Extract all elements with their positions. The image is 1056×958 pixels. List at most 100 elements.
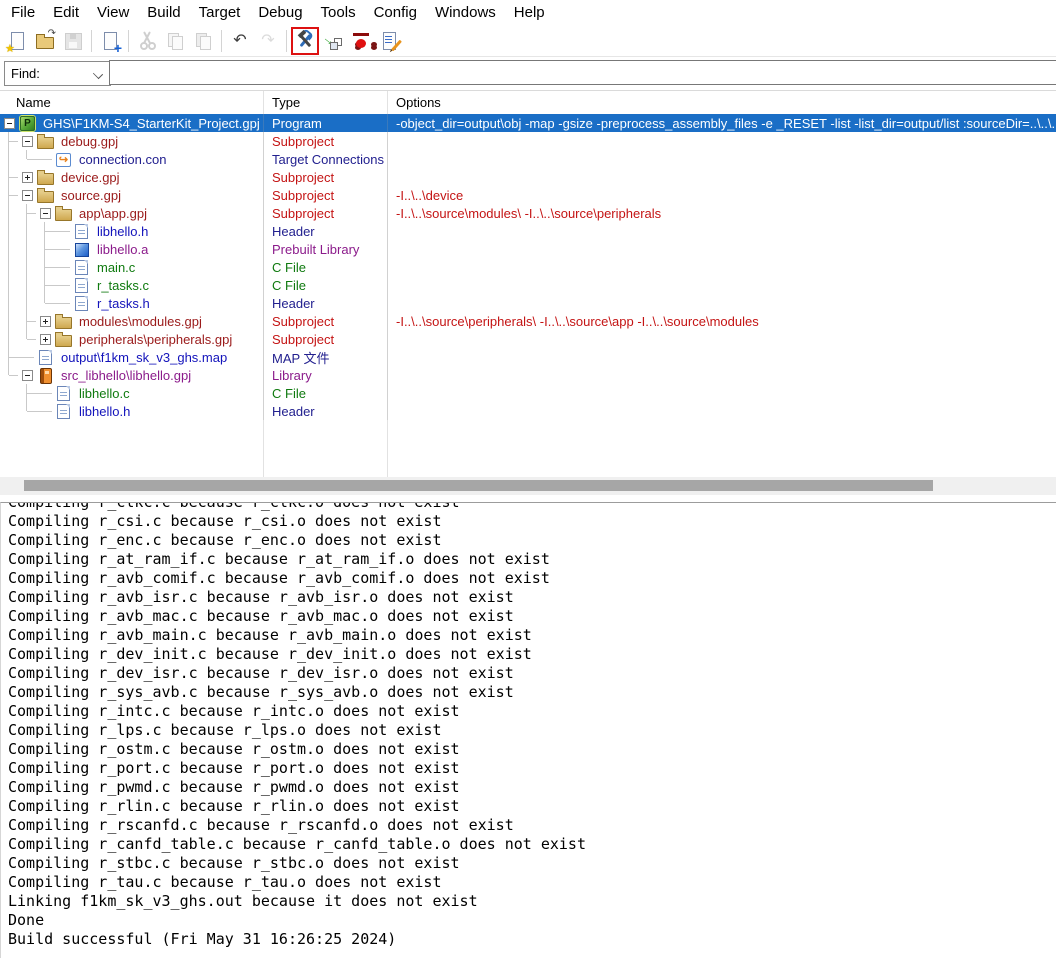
- column-header-options[interactable]: Options: [388, 91, 1056, 114]
- type-cell: Subproject: [264, 186, 388, 204]
- menu-item-debug[interactable]: Debug: [249, 2, 311, 23]
- redo-button[interactable]: ↷: [255, 28, 281, 54]
- options-cell: -I..\..\device: [388, 186, 1056, 204]
- menu-item-build[interactable]: Build: [138, 2, 189, 23]
- options-cell: [388, 132, 1056, 150]
- copy-icon: [165, 31, 185, 51]
- debug-button[interactable]: [348, 28, 374, 54]
- options-cell: [388, 258, 1056, 276]
- tree-guide: [0, 204, 18, 222]
- menu-item-config[interactable]: Config: [365, 2, 426, 23]
- menu-item-file[interactable]: File: [2, 2, 44, 23]
- options-cell: [388, 330, 1056, 348]
- cut-button[interactable]: [134, 28, 160, 54]
- tree-name-cell: libhello.c: [0, 384, 264, 402]
- open-button[interactable]: ↷: [32, 28, 58, 54]
- table-row[interactable]: output\f1km_sk_v3_ghs.mapMAP 文件: [0, 348, 1056, 366]
- tree-name-cell: debug.gpj: [0, 132, 264, 150]
- tree-expander-plus[interactable]: [18, 168, 36, 186]
- expand-icon: [22, 172, 33, 183]
- table-row[interactable]: libhello.hHeader: [0, 222, 1056, 240]
- tree-guide: [54, 294, 72, 312]
- find-mode-dropdown[interactable]: Find:: [4, 61, 111, 86]
- table-row[interactable]: app\app.gpjSubproject-I..\..\source\modu…: [0, 204, 1056, 222]
- tree-expander-minus[interactable]: [36, 204, 54, 222]
- tree-guide: [0, 240, 18, 258]
- build-output-console[interactable]: Compiling r_clkc.c because r_clkc.o does…: [0, 502, 1056, 958]
- find-label: Find:: [11, 66, 40, 81]
- table-row[interactable]: r_tasks.cC File: [0, 276, 1056, 294]
- tree-name-cell: libhello.h: [0, 222, 264, 240]
- tree-expander-minus[interactable]: [18, 186, 36, 204]
- table-row[interactable]: modules\modules.gpjSubproject-I..\..\sou…: [0, 312, 1056, 330]
- horizontal-scrollbar[interactable]: [0, 477, 1056, 495]
- table-row[interactable]: libhello.aPrebuilt Library: [0, 240, 1056, 258]
- add-file-button[interactable]: +: [97, 28, 123, 54]
- tree-item-label: libhello.h: [97, 224, 148, 239]
- new-file-button[interactable]: ★: [4, 28, 30, 54]
- undo-button[interactable]: ↶: [227, 28, 253, 54]
- tree-item-label: app\app.gpj: [79, 206, 147, 221]
- undo-icon: ↶: [230, 31, 250, 51]
- table-row[interactable]: main.cC File: [0, 258, 1056, 276]
- new-file-icon: ★: [7, 31, 27, 51]
- console-line: Compiling r_lps.c because r_lps.o does n…: [8, 721, 1056, 740]
- file-icon: [72, 294, 92, 312]
- tree-guide: [0, 384, 18, 402]
- tree-expander-minus[interactable]: [0, 114, 18, 132]
- toolbar-separator: [221, 30, 222, 52]
- table-row[interactable]: libhello.hHeader: [0, 402, 1056, 420]
- folder-icon: [54, 312, 74, 330]
- menu-item-tools[interactable]: Tools: [312, 2, 365, 23]
- folder-icon: [54, 330, 74, 348]
- connect-target-button[interactable]: →: [320, 28, 346, 54]
- table-row[interactable]: PGHS\F1KM-S4_StarterKit_Project.gpjProgr…: [0, 114, 1056, 132]
- table-header-row: Name Type Options: [0, 91, 1056, 115]
- tree-guide: [18, 384, 36, 402]
- edit-notes-button[interactable]: [376, 28, 402, 54]
- options-cell: -I..\..\source\peripherals\ -I..\..\sour…: [388, 312, 1056, 330]
- options-cell: [388, 402, 1056, 420]
- tree-item-label: connection.con: [79, 152, 166, 167]
- tree-name-cell: r_tasks.c: [0, 276, 264, 294]
- table-row[interactable]: ↪connection.conTarget Connections: [0, 150, 1056, 168]
- tree-expander-plus[interactable]: [36, 330, 54, 348]
- table-row[interactable]: source.gpj Subproject-I..\..\device: [0, 186, 1056, 204]
- console-line: Compiling r_rscanfd.c because r_rscanfd.…: [8, 816, 1056, 835]
- tree-guide: [36, 258, 54, 276]
- tree-name-cell: libhello.h: [0, 402, 264, 420]
- paste-button[interactable]: [190, 28, 216, 54]
- menu-item-windows[interactable]: Windows: [426, 2, 505, 23]
- console-line: Linking f1km_sk_v3_ghs.out because it do…: [8, 892, 1056, 911]
- copy-button[interactable]: [162, 28, 188, 54]
- open-folder-icon: ↷: [35, 31, 55, 51]
- tree-item-label: libhello.h: [79, 404, 130, 419]
- tree-guide: [0, 330, 18, 348]
- table-row[interactable]: src_libhello\libhello.gpjLibrary: [0, 366, 1056, 384]
- options-cell: -I..\..\source\modules\ -I..\..\source\p…: [388, 204, 1056, 222]
- horizontal-scrollbar-thumb[interactable]: [24, 480, 933, 491]
- menu-item-target[interactable]: Target: [190, 2, 250, 23]
- find-input[interactable]: [109, 60, 1056, 85]
- column-header-type[interactable]: Type: [264, 91, 388, 114]
- menu-item-view[interactable]: View: [88, 2, 138, 23]
- tree-expander-plus[interactable]: [36, 312, 54, 330]
- table-row[interactable]: debug.gpjSubproject: [0, 132, 1056, 150]
- tree-name-cell: libhello.a: [0, 240, 264, 258]
- toolbar: ★↷+↶↷→: [0, 25, 1056, 57]
- type-cell: Header: [264, 294, 388, 312]
- menu-item-edit[interactable]: Edit: [44, 2, 88, 23]
- build-button[interactable]: [292, 28, 318, 54]
- table-row[interactable]: libhello.cC File: [0, 384, 1056, 402]
- menu-item-help[interactable]: Help: [505, 2, 554, 23]
- save-button[interactable]: [60, 28, 86, 54]
- column-header-name[interactable]: Name: [0, 91, 264, 114]
- tree-item-label: source.gpj: [61, 188, 121, 203]
- table-row[interactable]: device.gpjSubproject: [0, 168, 1056, 186]
- table-row[interactable]: peripherals\peripherals.gpjSubproject: [0, 330, 1056, 348]
- tree-expander-minus[interactable]: [18, 132, 36, 150]
- tree-guide: [54, 222, 72, 240]
- tree-guide: [54, 276, 72, 294]
- tree-expander-minus[interactable]: [18, 366, 36, 384]
- table-row[interactable]: r_tasks.hHeader: [0, 294, 1056, 312]
